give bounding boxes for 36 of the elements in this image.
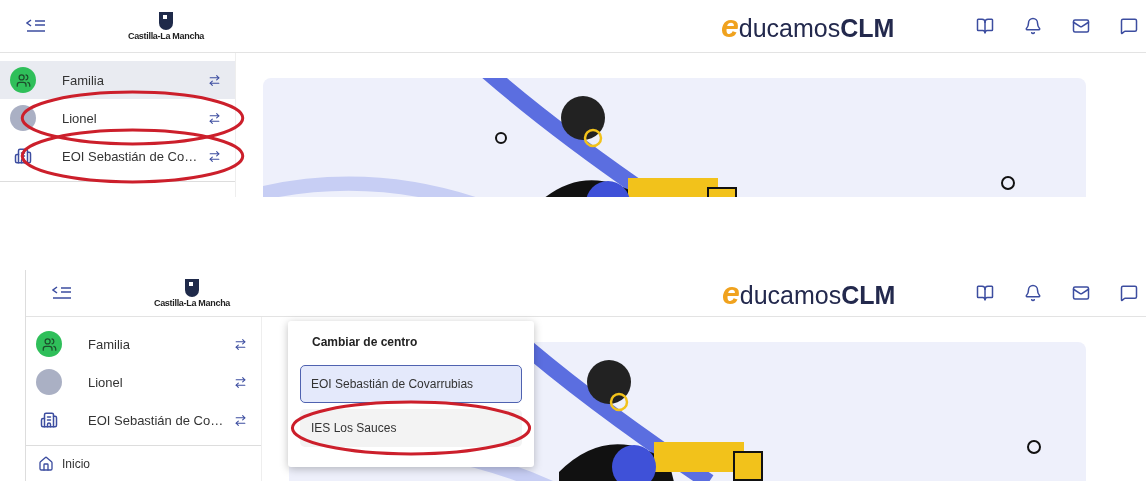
group-icon — [10, 67, 36, 93]
menu-title: Cambiar de centro — [312, 335, 419, 349]
bell-icon[interactable] — [1024, 284, 1042, 302]
logo-caption: Castilla-La Mancha — [127, 31, 205, 41]
collapse-menu-icon[interactable] — [26, 18, 46, 34]
group-icon — [36, 331, 62, 357]
help-icon[interactable] — [1120, 17, 1138, 35]
swap-icon[interactable] — [234, 337, 247, 351]
shield-logo-icon — [183, 278, 201, 298]
sidebar-item[interactable]: Lionel — [0, 99, 235, 137]
sidebar-item[interactable]: EOI Sebastián de Co… — [26, 401, 261, 439]
bell-icon[interactable] — [1024, 17, 1042, 35]
mail-icon[interactable] — [1072, 17, 1090, 35]
home-icon[interactable] — [38, 456, 54, 472]
swap-icon[interactable] — [208, 149, 221, 163]
sidebar-item[interactable]: Lionel — [26, 363, 261, 401]
mail-icon[interactable] — [1072, 284, 1090, 302]
nav-item[interactable]: Inicio — [62, 457, 90, 471]
help-icon[interactable] — [1120, 284, 1138, 302]
brand-logo: educamosCLM — [722, 274, 896, 312]
book-icon[interactable] — [976, 284, 994, 302]
sidebar-item[interactable]: Familia — [26, 325, 261, 363]
swap-icon[interactable] — [208, 111, 221, 125]
avatar-placeholder — [36, 369, 62, 395]
swap-icon[interactable] — [208, 73, 221, 87]
swap-icon[interactable] — [234, 375, 247, 389]
collapse-menu-icon[interactable] — [52, 285, 72, 301]
logo-caption: Castilla-La Mancha — [153, 298, 231, 308]
book-icon[interactable] — [976, 17, 994, 35]
brand-logo: educamosCLM — [721, 7, 895, 45]
center-option[interactable]: EOI Sebastián de Covarrubias — [300, 365, 522, 403]
sidebar-item[interactable]: Familia — [0, 61, 235, 99]
center-option[interactable]: IES Los Sauces — [300, 409, 522, 447]
sidebar-item[interactable]: EOI Sebastián de Co… — [0, 137, 235, 175]
shield-logo-icon — [157, 11, 175, 31]
swap-icon[interactable] — [234, 413, 247, 427]
